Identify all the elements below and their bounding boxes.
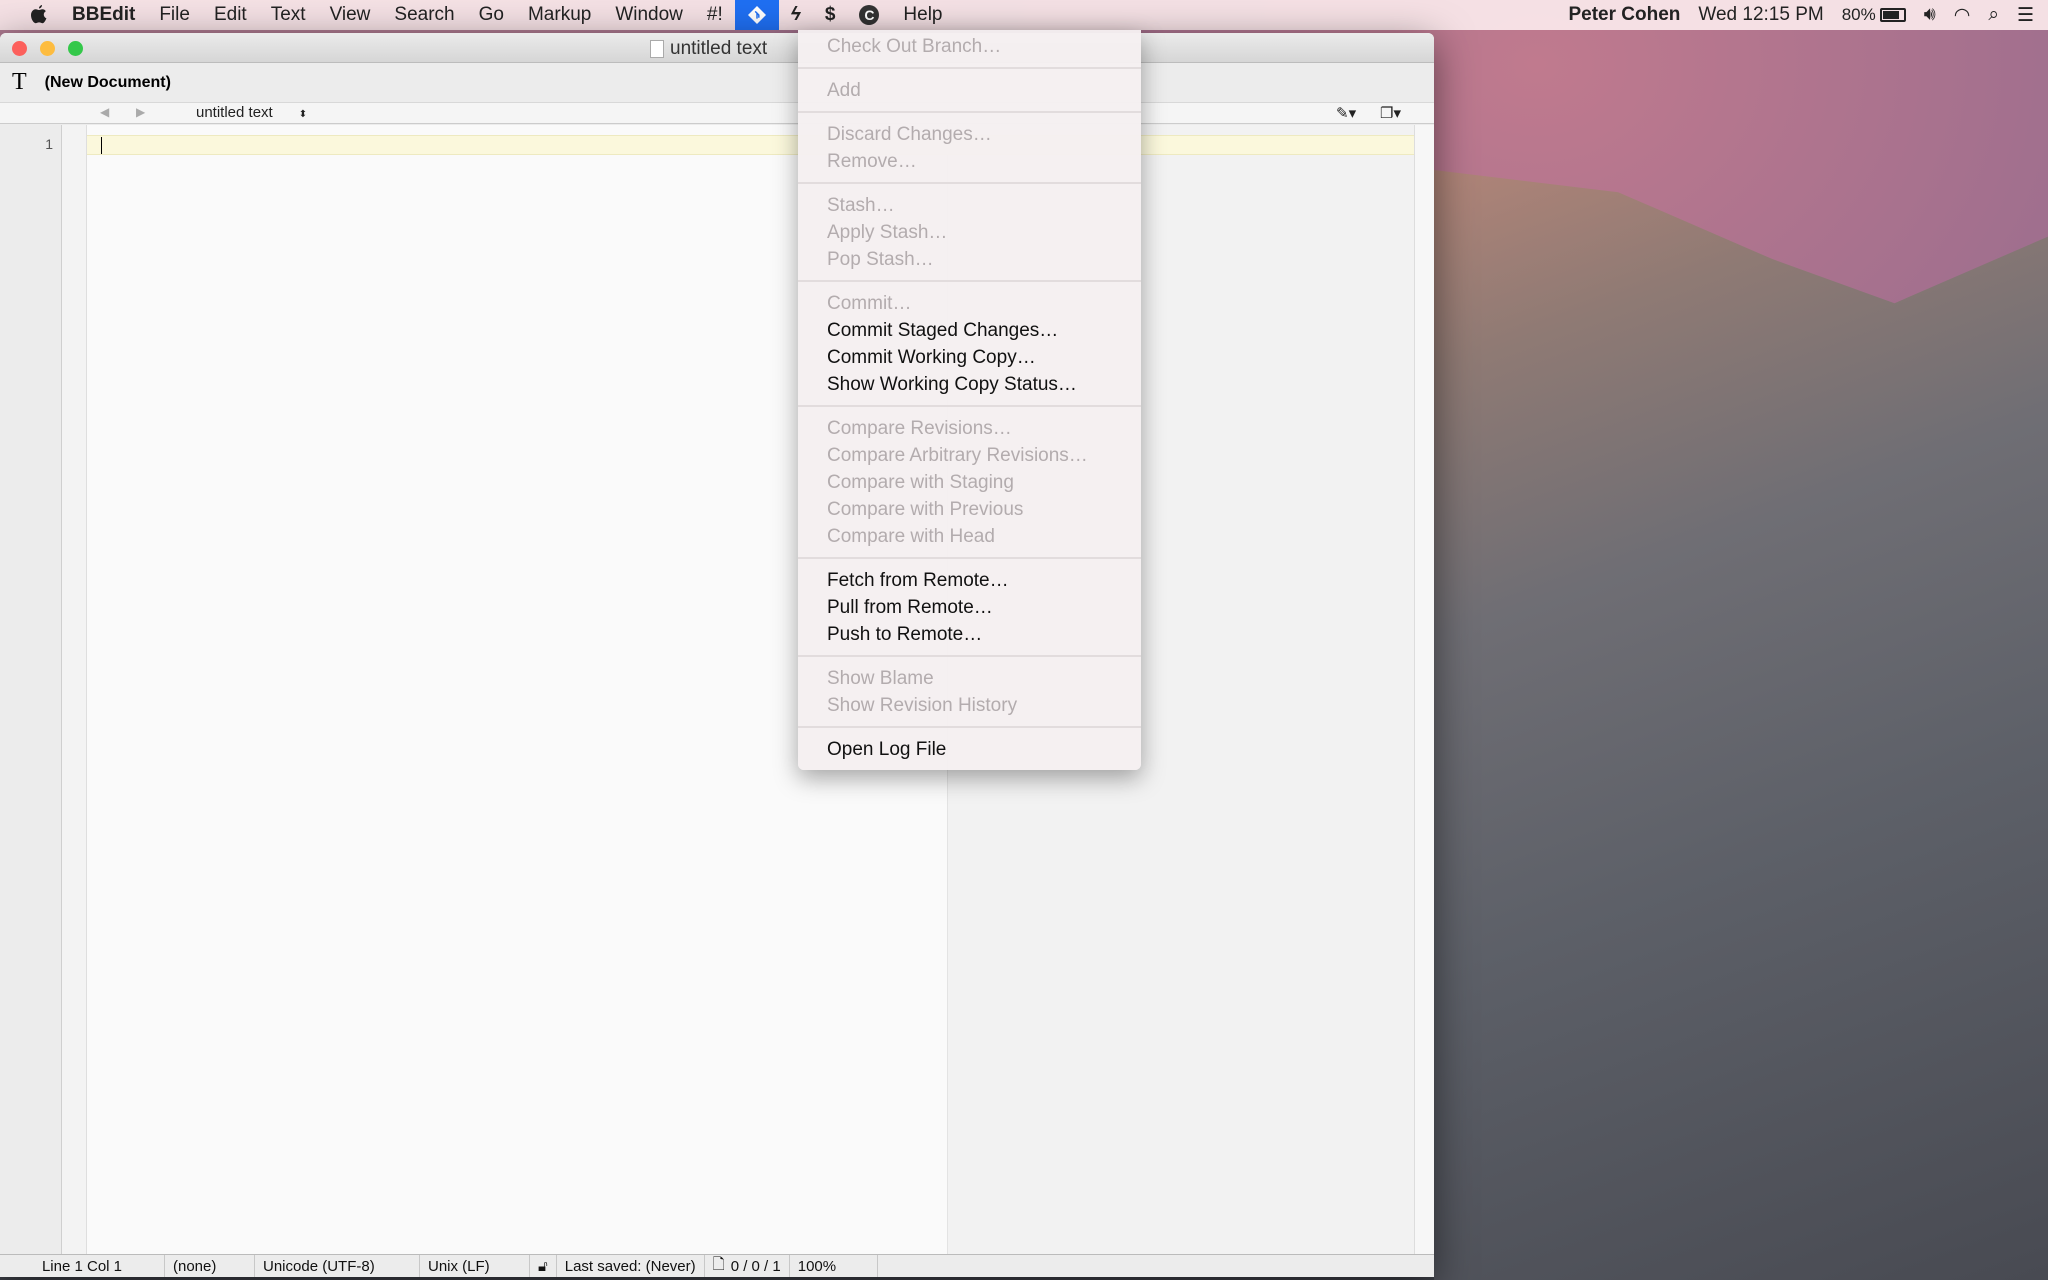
close-button[interactable] bbox=[12, 41, 27, 56]
menu-item-discard-changes: Discard Changes… bbox=[827, 124, 992, 145]
last-saved: Last saved: (Never) bbox=[557, 1255, 705, 1277]
menu-shebang[interactable]: #! bbox=[695, 0, 735, 30]
menu-window[interactable]: Window bbox=[603, 0, 695, 30]
menu-separator bbox=[798, 550, 1141, 567]
fold-gutter bbox=[62, 125, 87, 1254]
text-options-icon[interactable]: T bbox=[12, 69, 27, 96]
menu-item-check-out-branch: Check Out Branch… bbox=[827, 36, 1002, 57]
desktop-cliff-image bbox=[1434, 170, 2048, 1280]
window-title: untitled text bbox=[670, 38, 768, 59]
navigation-bar: ◀ ▶ untitled text ⬍ ✎▾ ❐▾ bbox=[0, 103, 1434, 124]
script-bolt-icon[interactable]: $ bbox=[813, 0, 848, 30]
document-name-label: (New Document) bbox=[44, 73, 171, 91]
line-number-gutter: 1 bbox=[0, 125, 62, 1254]
notification-center-icon[interactable]: ☰ bbox=[2017, 4, 2034, 27]
stats-document-icon: 🗋 bbox=[712, 1255, 725, 1273]
document-popup[interactable]: untitled text ⬍ bbox=[196, 104, 307, 121]
menu-help[interactable]: Help bbox=[891, 0, 954, 30]
current-line-highlight bbox=[87, 135, 1414, 155]
menu-item-add: Add bbox=[827, 80, 861, 101]
menu-edit[interactable]: Edit bbox=[202, 0, 259, 30]
copyright-c-icon[interactable]: C bbox=[847, 0, 891, 30]
menu-item-pop-stash: Pop Stash… bbox=[827, 249, 934, 270]
menu-item-commit-staged-changes[interactable]: Commit Staged Changes… bbox=[798, 317, 1141, 344]
spotlight-search-icon[interactable]: ⌕ bbox=[1988, 4, 1999, 26]
menu-item-compare-with-previous: Compare with Previous bbox=[827, 499, 1024, 520]
menu-item-apply-stash: Apply Stash… bbox=[827, 222, 948, 243]
battery-percent: 80% bbox=[1841, 5, 1876, 24]
menu-item-commit: Commit… bbox=[827, 293, 912, 314]
zoom-label: 100% bbox=[797, 1257, 837, 1275]
document-icon bbox=[650, 40, 664, 58]
menu-file[interactable]: File bbox=[147, 0, 202, 30]
menu-item-compare-with-head: Compare with Head bbox=[827, 526, 995, 547]
menu-item-commit-working-copy[interactable]: Commit Working Copy… bbox=[798, 344, 1141, 371]
document-popup-label: untitled text bbox=[196, 104, 273, 121]
menu-item-fetch-from-remote[interactable]: Fetch from Remote… bbox=[798, 567, 1141, 594]
menu-separator bbox=[798, 273, 1141, 290]
menu-item-compare-arbitrary-revisions: Compare Arbitrary Revisions… bbox=[827, 445, 1088, 466]
back-arrow-icon[interactable]: ◀ bbox=[100, 105, 109, 119]
menu-go[interactable]: Go bbox=[467, 0, 516, 30]
status-bar: Line 1 Col 1 (none) Unicode (UTF-8) Unix… bbox=[0, 1254, 1434, 1277]
forward-arrow-icon[interactable]: ▶ bbox=[136, 105, 145, 119]
title-bar[interactable]: untitled text bbox=[0, 33, 1434, 63]
menu-item-push-to-remote[interactable]: Push to Remote… bbox=[798, 621, 1141, 648]
editor-area: 1 bbox=[0, 125, 1434, 1254]
menu-item-open-log-file[interactable]: Open Log File bbox=[798, 736, 1141, 763]
script-s-icon[interactable]: ϟ bbox=[779, 0, 813, 30]
zoom-button[interactable] bbox=[68, 41, 83, 56]
menu-item-pull-from-remote[interactable]: Pull from Remote… bbox=[798, 594, 1141, 621]
menu-item-stash: Stash… bbox=[827, 195, 895, 216]
encoding-label: Unicode (UTF-8) bbox=[263, 1257, 375, 1275]
menu-bar: BBEdit File Edit Text View Search Go Mar… bbox=[0, 0, 2048, 30]
menu-search[interactable]: Search bbox=[382, 0, 466, 30]
minimize-button[interactable] bbox=[40, 41, 55, 56]
clock[interactable]: Wed 12:15 PM bbox=[1698, 4, 1823, 26]
wifi-icon[interactable]: ◠ bbox=[1954, 4, 1971, 27]
menu-markup[interactable]: Markup bbox=[516, 0, 603, 30]
menu-view[interactable]: View bbox=[318, 0, 383, 30]
language-popup[interactable]: (none) bbox=[165, 1255, 255, 1277]
user-name[interactable]: Peter Cohen bbox=[1568, 4, 1680, 26]
counterpart-files-icon[interactable]: ❐▾ bbox=[1380, 104, 1401, 122]
menu-item-compare-with-staging: Compare with Staging bbox=[827, 472, 1014, 493]
cursor-position[interactable]: Line 1 Col 1 bbox=[0, 1255, 165, 1277]
git-menu-icon[interactable] bbox=[734, 0, 779, 30]
menu-app-bbedit[interactable]: BBEdit bbox=[60, 0, 147, 30]
battery-status[interactable]: 80% bbox=[1842, 5, 1906, 25]
menu-item-remove: Remove… bbox=[827, 151, 917, 172]
menu-separator bbox=[798, 398, 1141, 415]
lock-icon[interactable]: 🔓︎ bbox=[530, 1255, 557, 1277]
toolbar: T (New Document) bbox=[0, 63, 1434, 103]
line-endings-label: Unix (LF) bbox=[428, 1257, 490, 1275]
stats-counts: 0 / 0 / 1 bbox=[730, 1257, 781, 1275]
vertical-scrollbar[interactable] bbox=[1414, 125, 1434, 1254]
apple-menu-icon[interactable] bbox=[0, 0, 60, 30]
marker-pen-icon[interactable]: ✎▾ bbox=[1336, 104, 1356, 122]
menu-text[interactable]: Text bbox=[259, 0, 318, 30]
git-dropdown-menu: Check Out Branch… Add Discard Changes… Remo… bbox=[798, 30, 1141, 770]
menu-separator bbox=[798, 60, 1141, 77]
menu-separator bbox=[798, 104, 1141, 121]
line-number: 1 bbox=[45, 136, 53, 152]
line-endings-popup[interactable]: Unix (LF) bbox=[420, 1255, 530, 1277]
bbedit-window: untitled text T (New Document) ◀ ▶ untit… bbox=[0, 33, 1434, 1277]
language-label: (none) bbox=[173, 1257, 217, 1275]
battery-icon bbox=[1879, 8, 1906, 22]
volume-icon[interactable]: 🔊︎ bbox=[1924, 4, 1936, 26]
document-stats[interactable]: 🗋 0 / 0 / 1 bbox=[705, 1255, 790, 1277]
menu-separator bbox=[798, 719, 1141, 736]
encoding-popup[interactable]: Unicode (UTF-8) bbox=[255, 1255, 420, 1277]
menu-item-show-blame: Show Blame bbox=[827, 668, 934, 689]
menu-item-compare-revisions: Compare Revisions… bbox=[827, 418, 1012, 439]
menu-item-show-working-copy-status[interactable]: Show Working Copy Status… bbox=[798, 371, 1141, 398]
zoom-popup[interactable]: 100% bbox=[790, 1255, 878, 1277]
menu-separator bbox=[798, 175, 1141, 192]
menu-item-show-revision-history: Show Revision History bbox=[827, 695, 1018, 716]
text-cursor bbox=[101, 137, 102, 154]
menu-separator bbox=[798, 648, 1141, 665]
